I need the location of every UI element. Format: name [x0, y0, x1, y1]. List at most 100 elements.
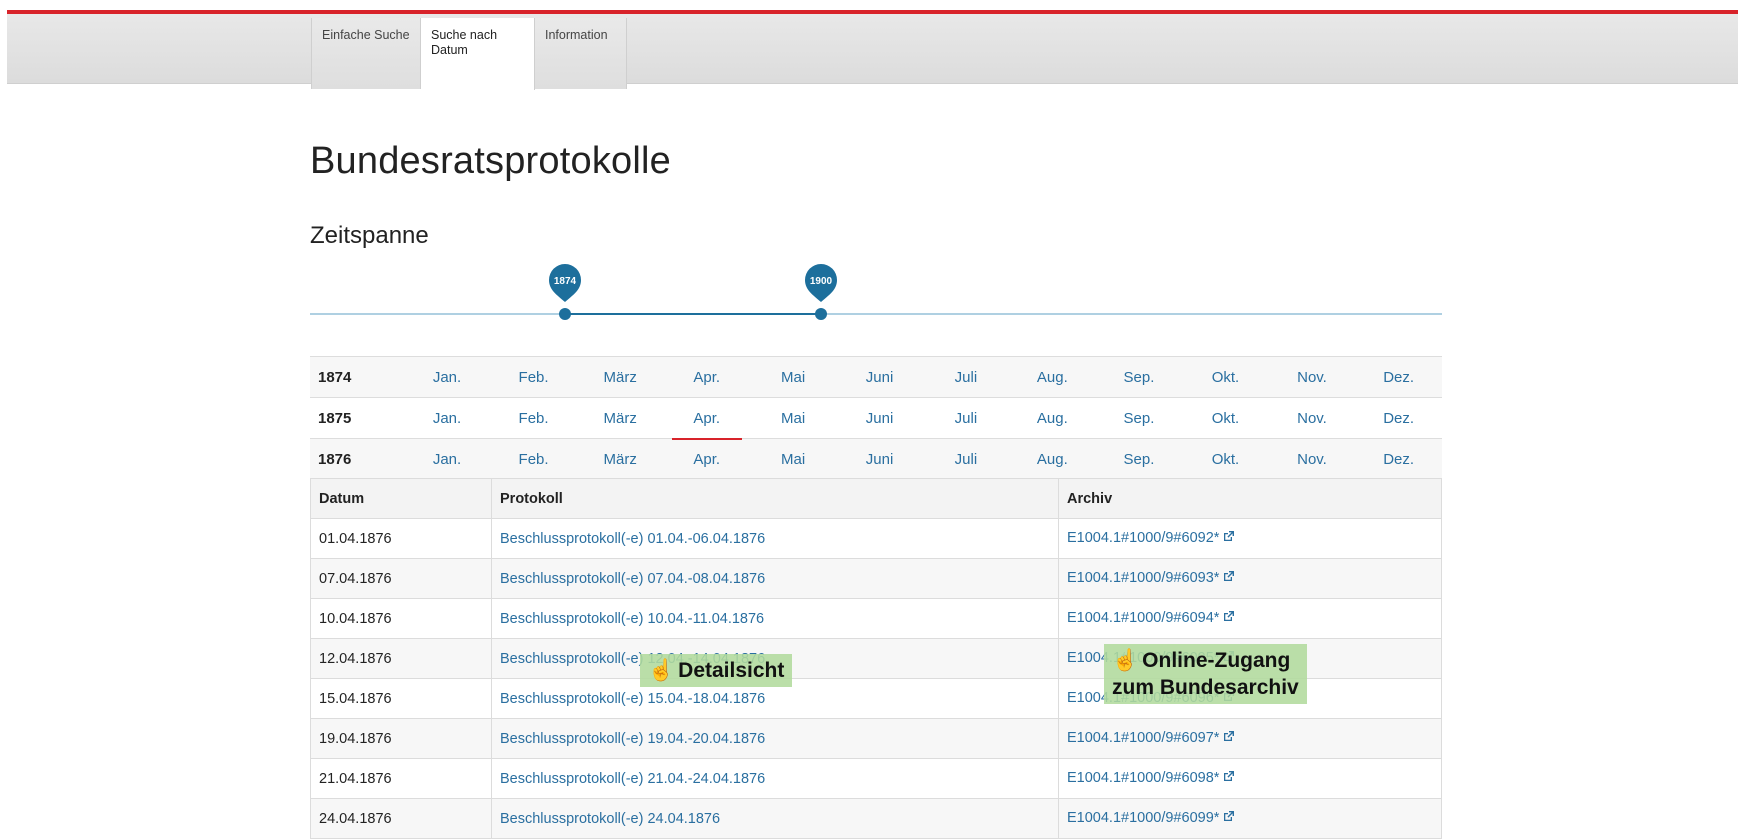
- month-link[interactable]: Jan.: [403, 438, 491, 480]
- month-link[interactable]: März: [576, 397, 664, 439]
- cell-protokoll: Beschlussprotokoll(-e) 24.04.1876: [491, 798, 1059, 839]
- month-link[interactable]: März: [576, 356, 664, 398]
- section-title-zeitspanne: Zeitspanne: [310, 222, 429, 249]
- month-link[interactable]: Juni: [836, 438, 923, 480]
- cell-datum: 19.04.1876: [310, 718, 492, 759]
- protocol-link[interactable]: Beschlussprotokoll(-e) 07.04.-08.04.1876: [500, 571, 765, 587]
- month-link[interactable]: Dez.: [1355, 438, 1442, 480]
- external-link-icon: [1222, 610, 1235, 627]
- archive-link-label: E1004.1#1000/9#6097*: [1067, 730, 1220, 746]
- slider-end-handle[interactable]: 1900: [805, 264, 837, 320]
- archive-link[interactable]: E1004.1#1000/9#6093*: [1067, 570, 1235, 586]
- top-navigation-bar: Einfache Suche Suche nach Datum Informat…: [7, 10, 1738, 90]
- month-link[interactable]: Dez.: [1355, 397, 1442, 439]
- cell-protokoll: Beschlussprotokoll(-e) 19.04.-20.04.1876: [491, 718, 1059, 759]
- protocol-link[interactable]: Beschlussprotokoll(-e) 10.04.-11.04.1876: [500, 611, 764, 627]
- month-row-1874: 1874 Jan. Feb. März Apr. Mai Juni Juli Aug. Sep. O…: [310, 356, 1442, 398]
- slider-end-knob[interactable]: [815, 308, 827, 320]
- protocol-link[interactable]: Beschlussprotokoll(-e) 24.04.1876: [500, 811, 720, 827]
- month-link[interactable]: Juli: [922, 356, 1010, 398]
- month-link[interactable]: Feb.: [490, 438, 577, 480]
- month-link[interactable]: Sep.: [1095, 438, 1183, 480]
- archive-link[interactable]: E1004.1#1000/9#6099*: [1067, 810, 1235, 826]
- slider-start-label: 1874: [554, 276, 577, 287]
- month-link[interactable]: Dez.: [1355, 356, 1442, 398]
- archive-link-label: E1004.1#1000/9#6098*: [1067, 770, 1220, 786]
- archive-link[interactable]: E1004.1#1000/9#6092*: [1067, 530, 1235, 546]
- month-link[interactable]: Nov.: [1268, 356, 1356, 398]
- external-link-icon: [1222, 530, 1235, 547]
- year-label: 1874: [310, 356, 404, 398]
- table-row: 19.04.1876 Beschlussprotokoll(-e) 19.04.-…: [310, 718, 1442, 759]
- hand-pointer-icon: ☝: [648, 659, 675, 682]
- external-link-icon: [1222, 730, 1235, 747]
- month-link[interactable]: Jan.: [403, 356, 491, 398]
- archive-link[interactable]: E1004.1#1000/9#6094*: [1067, 610, 1235, 626]
- month-row-1876: 1876 Jan. Feb. März Apr. Mai Juni Juli Aug. Sep. O…: [310, 438, 1442, 480]
- month-link[interactable]: Jan.: [403, 397, 491, 439]
- month-link[interactable]: Feb.: [490, 356, 577, 398]
- cell-protokoll: Beschlussprotokoll(-e) 01.04.-06.04.1876: [491, 518, 1059, 559]
- cell-protokoll: Beschlussprotokoll(-e) 10.04.-11.04.1876: [491, 598, 1059, 639]
- slider-end-label: 1900: [810, 276, 833, 287]
- cell-datum: 01.04.1876: [310, 518, 492, 559]
- cell-archiv: E1004.1#1000/9#6093*: [1058, 558, 1442, 599]
- month-link[interactable]: Feb.: [490, 397, 577, 439]
- month-link[interactable]: Okt.: [1182, 438, 1269, 480]
- cell-datum: 24.04.1876: [310, 798, 492, 839]
- archive-link[interactable]: E1004.1#1000/9#6097*: [1067, 730, 1235, 746]
- cell-archiv: E1004.1#1000/9#6097*: [1058, 718, 1442, 759]
- month-link[interactable]: Sep.: [1095, 397, 1183, 439]
- protocol-link[interactable]: Beschlussprotokoll(-e) 15.04.-18.04.1876: [500, 691, 765, 707]
- results-header-row: Datum Protokoll Archiv: [310, 478, 1442, 519]
- archive-link[interactable]: E1004.1#1000/9#6098*: [1067, 770, 1235, 786]
- month-link[interactable]: Nov.: [1268, 397, 1356, 439]
- month-link[interactable]: Apr.: [663, 356, 750, 398]
- month-link-selected[interactable]: Apr.: [663, 438, 750, 480]
- month-link[interactable]: Apr.: [663, 397, 750, 439]
- month-link[interactable]: Okt.: [1182, 356, 1269, 398]
- callout-detailsicht-label: Detailsicht: [678, 659, 785, 682]
- month-link[interactable]: Mai: [749, 438, 837, 480]
- archive-link-label: E1004.1#1000/9#6093*: [1067, 570, 1220, 586]
- cell-datum: 21.04.1876: [310, 758, 492, 799]
- table-row: 07.04.1876 Beschlussprotokoll(-e) 07.04.-…: [310, 558, 1442, 599]
- cell-protokoll: Beschlussprotokoll(-e) 07.04.-08.04.1876: [491, 558, 1059, 599]
- month-link[interactable]: Juni: [836, 397, 923, 439]
- hand-pointer-icon: ☝: [1112, 649, 1139, 672]
- month-link[interactable]: Sep.: [1095, 356, 1183, 398]
- callout-online-zugang: ☝ Online-Zugang zum Bundesarchiv: [1104, 644, 1307, 704]
- slider-start-knob[interactable]: [559, 308, 571, 320]
- table-row: 01.04.1876 Beschlussprotokoll(-e) 01.04.-…: [310, 518, 1442, 559]
- archive-link-label: E1004.1#1000/9#6092*: [1067, 530, 1220, 546]
- table-row: 21.04.1876 Beschlussprotokoll(-e) 21.04.-…: [310, 758, 1442, 799]
- month-link[interactable]: März: [576, 438, 664, 480]
- month-link[interactable]: Juni: [836, 356, 923, 398]
- protocol-link[interactable]: Beschlussprotokoll(-e) 21.04.-24.04.1876: [500, 771, 765, 787]
- month-link[interactable]: Aug.: [1009, 397, 1096, 439]
- column-header-datum: Datum: [310, 478, 492, 519]
- cell-archiv: E1004.1#1000/9#6094*: [1058, 598, 1442, 639]
- table-row: 24.04.1876 Beschlussprotokoll(-e) 24.04.1…: [310, 798, 1442, 839]
- month-link[interactable]: Aug.: [1009, 356, 1096, 398]
- callout-detailsicht: ☝ Detailsicht: [640, 654, 793, 687]
- cell-datum: 12.04.1876: [310, 638, 492, 679]
- tab-einfache-suche[interactable]: Einfache Suche: [311, 18, 421, 89]
- year-range-slider[interactable]: 1874 1900: [310, 262, 1442, 326]
- month-link[interactable]: Mai: [749, 356, 837, 398]
- month-link[interactable]: Mai: [749, 397, 837, 439]
- month-link[interactable]: Okt.: [1182, 397, 1269, 439]
- month-link[interactable]: Juli: [922, 438, 1010, 480]
- archive-link-label: E1004.1#1000/9#6094*: [1067, 610, 1220, 626]
- tab-information[interactable]: Information: [535, 18, 627, 89]
- protocol-link[interactable]: Beschlussprotokoll(-e) 01.04.-06.04.1876: [500, 531, 765, 547]
- callout-online-line2: zum Bundesarchiv: [1112, 676, 1299, 699]
- month-link[interactable]: Aug.: [1009, 438, 1096, 480]
- protocol-link[interactable]: Beschlussprotokoll(-e) 19.04.-20.04.1876: [500, 731, 765, 747]
- cell-archiv: E1004.1#1000/9#6099*: [1058, 798, 1442, 839]
- month-link[interactable]: Nov.: [1268, 438, 1356, 480]
- tab-suche-nach-datum[interactable]: Suche nach Datum: [421, 18, 535, 90]
- month-link[interactable]: Juli: [922, 397, 1010, 439]
- slider-start-handle[interactable]: 1874: [549, 264, 581, 320]
- column-header-archiv: Archiv: [1058, 478, 1442, 519]
